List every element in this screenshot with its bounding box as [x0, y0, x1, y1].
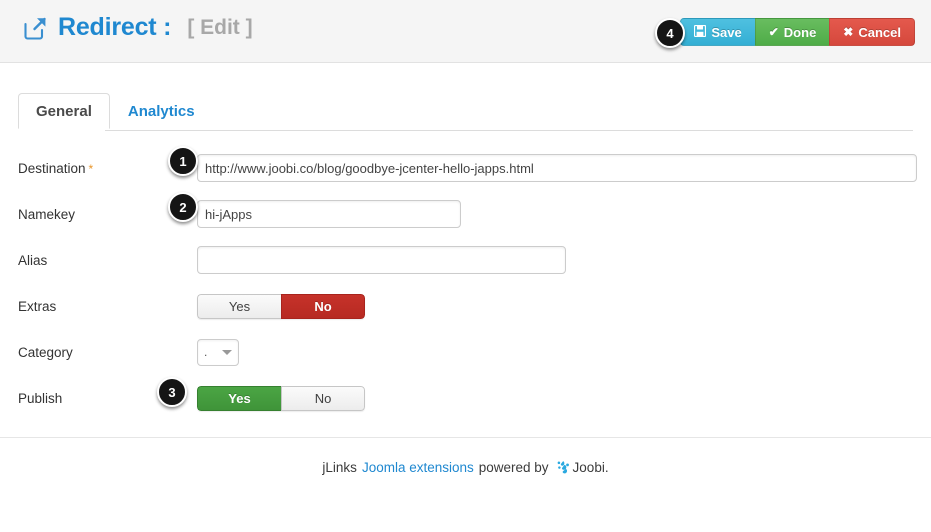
publish-toggle-yes[interactable]: Yes	[197, 385, 281, 411]
alias-label: Alias	[18, 252, 48, 268]
check-icon: ✔	[768, 25, 779, 39]
cancel-button[interactable]: ✖ Cancel	[829, 18, 915, 46]
form-row-namekey: Namekey	[0, 191, 931, 237]
extras-label: Extras	[18, 298, 57, 314]
form-row-alias: Alias	[0, 237, 931, 283]
toolbar-buttons: Save ✔ Done ✖ Cancel	[680, 18, 915, 46]
done-button[interactable]: ✔ Done	[754, 18, 830, 46]
page-title-mode: [ Edit ]	[187, 15, 253, 39]
publish-toggle: Yes No	[197, 385, 365, 411]
tab-analytics-label: Analytics	[127, 102, 195, 120]
joobi-logo-icon	[556, 460, 571, 475]
category-label: Category	[18, 344, 73, 360]
publish-label: Publish	[18, 390, 63, 406]
content-card: General Analytics Destination* Namekey A…	[0, 63, 931, 438]
alias-input[interactable]	[197, 246, 566, 274]
footer-brand: Joobi.	[572, 460, 609, 475]
callout-badge-1: 1	[168, 146, 198, 176]
publish-toggle-no[interactable]: No	[281, 385, 365, 411]
external-link-icon	[22, 15, 48, 41]
category-select-value: .	[204, 345, 208, 359]
footer-middle-text: powered by	[478, 460, 549, 475]
destination-label: Destination *	[18, 160, 94, 176]
redirect-form: Destination* Namekey Alias Extras	[0, 145, 931, 421]
callout-badge-2: 2	[168, 192, 198, 222]
form-row-publish: Publish Yes No	[0, 375, 931, 421]
extras-toggle: Yes No	[197, 293, 365, 319]
save-button-label: Save	[711, 24, 742, 40]
x-icon: ✖	[843, 25, 854, 39]
cancel-button-label: Cancel	[858, 24, 901, 40]
page-title: Redirect : [ Edit ]	[22, 13, 253, 42]
tab-general-label: General	[36, 102, 92, 120]
destination-input[interactable]	[197, 154, 917, 182]
namekey-input[interactable]	[197, 200, 461, 228]
form-row-destination: Destination *	[0, 145, 931, 191]
extras-toggle-yes[interactable]: Yes	[197, 293, 281, 319]
floppy-disk-icon	[694, 24, 707, 39]
page-title-text: Redirect :	[58, 13, 172, 41]
namekey-label: Namekey	[18, 206, 76, 222]
category-select[interactable]: .	[197, 338, 239, 366]
tab-analytics[interactable]: Analytics	[110, 93, 213, 129]
page-header: Redirect : [ Edit ] Save ✔ Done ✖ Cancel	[0, 0, 931, 63]
required-marker: *	[88, 161, 94, 176]
done-button-label: Done	[783, 24, 817, 40]
page-footer: jLinks Joomla extensions powered by Joob…	[0, 460, 931, 475]
tab-divider	[105, 130, 913, 131]
save-button[interactable]: Save	[680, 18, 755, 46]
footer-prefix: jLinks	[322, 460, 357, 475]
tab-general[interactable]: General	[18, 93, 110, 129]
form-row-extras: Extras Yes No	[0, 283, 931, 329]
callout-badge-4: 4	[655, 18, 685, 48]
extras-toggle-no[interactable]: No	[281, 293, 365, 319]
form-row-category: Category .	[0, 329, 931, 375]
callout-badge-3: 3	[157, 377, 187, 407]
tab-bar: General Analytics	[18, 93, 213, 129]
footer-link-joomla-extensions[interactable]: Joomla extensions	[362, 460, 474, 475]
chevron-down-icon	[222, 349, 232, 355]
